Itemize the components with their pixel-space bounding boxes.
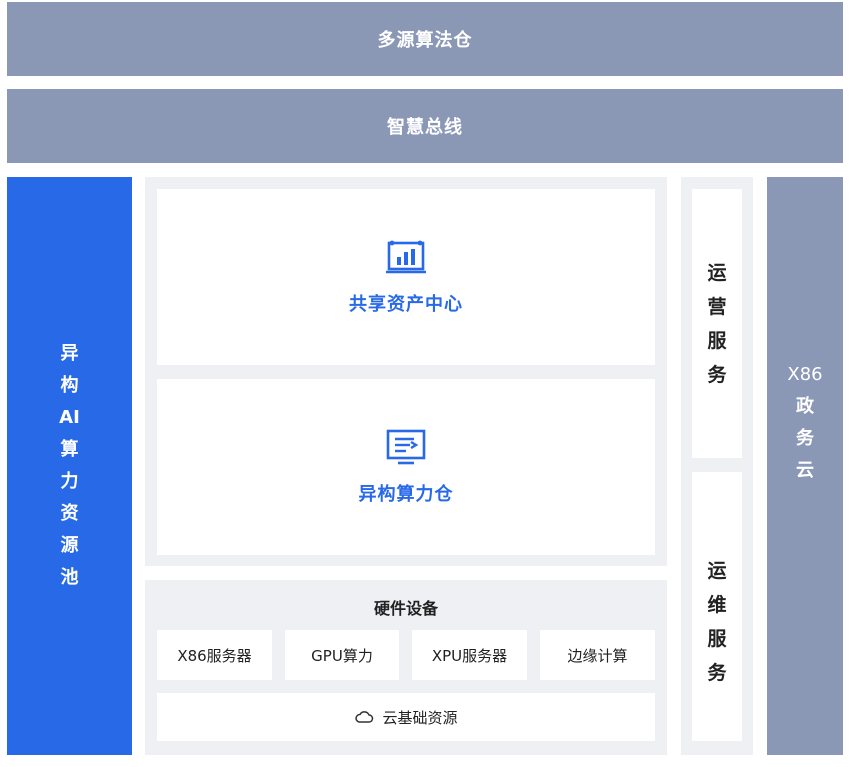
compute-warehouse-label: 异构算力仓 [358,484,454,505]
top-bar-label: 多源算法仓 [377,30,473,51]
hardware-title: 硬件设备 [373,599,438,618]
left-column-line: AI [59,407,80,428]
bus-bar-label: 智慧总线 [387,117,463,138]
asset-center-card: 共享资产中心 [157,189,655,365]
left-column-line: 算 [60,439,79,460]
bus-bar-smart-bus: 智慧总线 [7,89,843,163]
left-column-line: 池 [60,567,79,588]
maintenance-service-card: 运 维 服 务 [692,472,742,741]
left-column-line: 资 [60,503,79,524]
right-column-line: 务 [796,428,814,449]
analytics-board-icon [384,238,428,278]
right-column-line: X86 [787,364,823,385]
operation-service-char: 服 [707,329,727,352]
hardware-item: 边缘计算 [540,630,655,680]
left-column-line: 力 [60,471,79,492]
hardware-item: XPU服务器 [412,630,527,680]
left-column-line: 构 [60,375,79,396]
maintenance-service-char: 运 [707,559,727,582]
right-column-line: 云 [796,460,814,481]
right-column-x86-gov-cloud: X86 政 务 云 [767,177,843,755]
right-column-line: 政 [796,396,814,417]
compute-warehouse-card: 异构算力仓 [157,379,655,555]
asset-center-label: 共享资产中心 [349,294,463,315]
left-column-heterogeneous-ai-pool: 异 构 AI 算 力 资 源 池 [7,177,132,755]
monitor-list-icon [384,428,428,468]
left-column-line: 源 [60,535,79,556]
top-bar-algorithm-warehouse: 多源算法仓 [7,2,843,76]
operation-service-card: 运 营 服 务 [692,189,742,458]
operation-service-char: 营 [707,295,727,318]
maintenance-service-char: 维 [707,593,727,616]
hardware-item: X86服务器 [157,630,272,680]
maintenance-service-char: 服 [707,627,727,650]
left-column-line: 异 [60,343,79,364]
cloud-resources-bar: 云基础资源 [157,693,655,741]
hardware-item: GPU算力 [285,630,399,680]
operation-service-char: 务 [707,363,727,386]
operation-service-char: 运 [707,261,727,284]
cloud-icon [354,710,374,724]
maintenance-service-char: 务 [707,661,727,684]
cloud-resources-label: 云基础资源 [382,708,458,727]
